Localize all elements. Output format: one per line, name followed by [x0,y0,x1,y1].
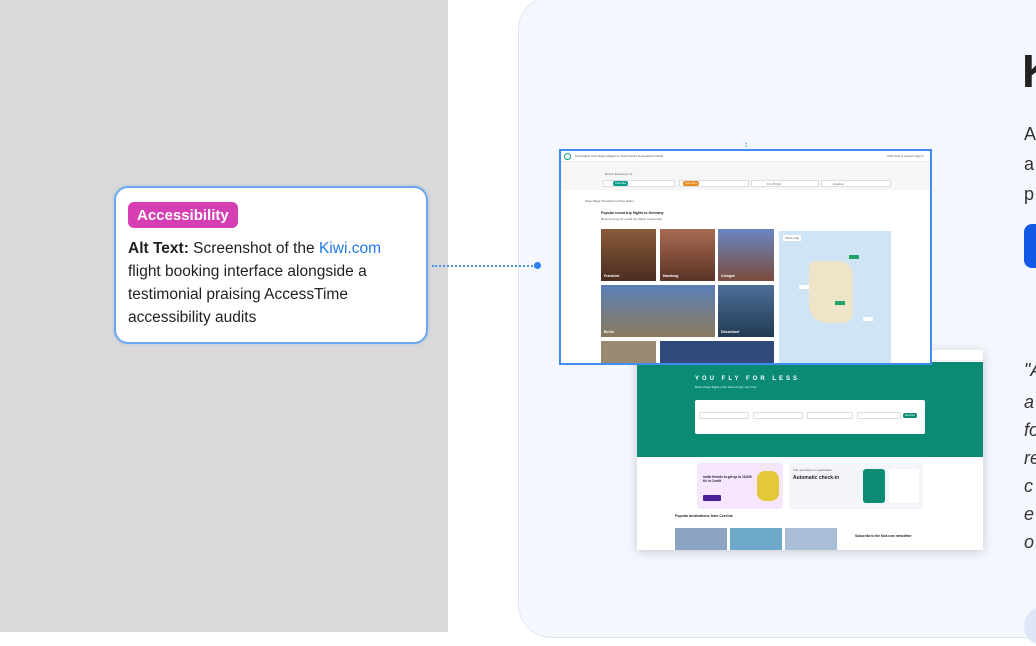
kiwi-nav-right: USD Help & support Sign in [886,154,924,158]
to-chip: Germany [683,181,700,186]
kiwi-nav-links: Kiwi Flights Cars Stays Magazine Travel … [575,154,664,158]
promo2-kicker: The new Kiwi.com guarantee [793,468,832,472]
destination-thumb[interactable] [730,528,782,550]
quote-line: "A [1024,360,1036,380]
from-chip: Czechia [613,181,628,186]
right-para-line: A [1024,124,1036,144]
destination-tile[interactable] [601,341,656,363]
kiwi-logo-icon [564,153,571,160]
kiwi-homepage-screenshot[interactable]: Flights Cars Stays Magazine Travel hacks… [637,350,983,550]
alt-text-after: flight booking interface alongside a tes… [128,263,367,326]
quote-line: fo [1024,420,1036,440]
departure-field [751,180,819,187]
destination-thumb[interactable] [675,528,727,550]
quote-line: e [1024,504,1035,524]
tile-label: Frankfurt [604,274,620,278]
section-subtitle: Book and pay for round-trip flights to G… [601,217,663,221]
filter-row: Stops Bags Times/hours Price Dates [585,199,634,203]
tile-label: Cologne [721,274,735,278]
boarding-pass-icon [889,469,919,503]
hero-subtitle: Book cheap flights other sites simply ca… [695,385,757,389]
destination-thumb[interactable] [785,528,837,550]
hero-from-field[interactable] [699,412,749,419]
kiwi-nav-bar: Kiwi Flights Cars Stays Magazine Travel … [561,151,930,162]
right-cta-button[interactable] [1024,224,1036,268]
annotation-anchor-dot[interactable] [534,262,541,269]
tile-label: Hamburg [663,274,679,278]
map-price-marker[interactable] [799,285,809,289]
departure-value: Fri, 26 Oct [767,182,782,186]
right-heading: Ki [1022,44,1036,98]
alt-text-label: Alt Text: [128,240,189,257]
quote-line: re [1024,448,1036,468]
germany-shape [809,261,853,323]
checkin-phone-icon [863,469,885,503]
quote-line: o [1024,532,1035,552]
frankfurt-tile[interactable]: Frankfurt [601,229,656,281]
accessibility-annotation-card[interactable]: Accessibility Alt Text: Screenshot of th… [114,186,428,344]
cologne-tile[interactable]: Cologne [718,229,774,281]
promo1-illustration [757,471,779,501]
kiwi-link[interactable]: Kiwi.com [319,240,381,257]
search-options: Return Economy 1 0 [605,172,633,176]
accessibility-badge: Accessibility [128,202,238,228]
destination-tile[interactable] [660,341,774,363]
promo1-button[interactable] [703,495,721,501]
promo1-title: Invite friends to get up to 10,000 Kč in… [703,475,752,483]
hero-explore-button[interactable]: Explore [903,413,918,418]
tile-label: Berlin [604,330,614,334]
promo2-title: Automatic check-in [793,475,840,481]
return-field [821,180,891,187]
dusseldorf-tile[interactable]: Düsseldorf [718,285,774,337]
selection-handle-icon[interactable]: ↕ [744,140,748,149]
alt-text-before: Screenshot of the [188,240,319,257]
hero-search-box: Explore [695,400,925,434]
map-price-marker[interactable] [863,317,873,321]
hero-return-field[interactable] [857,412,901,419]
alt-text-description: Alt Text: Screenshot of the Kiwi.com fli… [128,237,414,329]
right-para-line: p [1024,184,1035,204]
right-para-line: a [1024,154,1035,174]
map-price-marker[interactable] [849,255,859,259]
quote-line: c [1024,476,1033,496]
germany-map[interactable]: Show map [779,231,891,363]
hero-date-field[interactable] [807,412,853,419]
map-price-marker[interactable] [835,301,845,305]
return-value: Anytime [833,182,844,186]
hero-title: YOU FLY FOR LESS [695,376,801,382]
kiwi-flight-results-screenshot[interactable]: Kiwi Flights Cars Stays Magazine Travel … [559,149,932,365]
invite-friends-promo[interactable]: Invite friends to get up to 10,000 Kč in… [697,463,783,509]
show-map-button[interactable]: Show map [783,235,802,241]
annotation-connector-line [432,265,536,267]
automatic-checkin-promo[interactable]: The new Kiwi.com guarantee Automatic che… [789,463,923,509]
newsletter-title: Subscribe to the Kiwi.com newsletter [855,534,912,538]
tile-label: Düsseldorf [721,330,740,334]
hamburg-tile[interactable]: Hamburg [660,229,715,281]
kiwi-search-form: Return Economy 1 0 Czechia Germany Fri, … [561,162,930,190]
quote-line: a [1024,392,1035,412]
berlin-tile[interactable]: Berlin [601,285,715,337]
hero-to-field[interactable] [753,412,803,419]
kiwi-hero-banner: YOU FLY FOR LESS Book cheap flights othe… [637,362,983,457]
popular-destinations-title: Popular destinations from Czechia [675,514,733,518]
section-title: Popular round-trip flights to Germany [601,211,664,215]
